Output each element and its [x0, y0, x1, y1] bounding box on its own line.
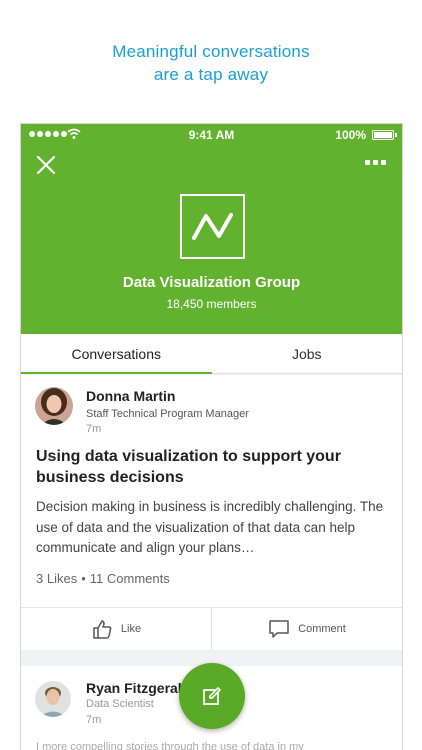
like-button[interactable]: Like — [21, 608, 211, 650]
tagline-line-2: are a tap away — [153, 65, 269, 84]
comments-count[interactable]: 11 Comments — [90, 571, 170, 586]
post-card[interactable]: Donna Martin Staff Technical Program Man… — [21, 375, 402, 650]
group-logo-icon — [180, 194, 245, 259]
like-label: Like — [120, 623, 142, 635]
comment-button[interactable]: Comment — [211, 608, 402, 650]
post-time: 7m — [86, 423, 102, 435]
compose-icon — [203, 687, 221, 705]
post-author[interactable]: Ryan Fitzgerald — [86, 680, 190, 696]
tagline-line-1: Meaningful conversations — [112, 42, 310, 61]
group-name: Data Visualization Group — [122, 274, 301, 291]
more-icon[interactable] — [365, 160, 386, 165]
comment-icon — [269, 620, 289, 638]
author-role: Staff Technical Program Manager — [86, 408, 249, 420]
avatar[interactable] — [35, 681, 71, 717]
post-time: 7m — [86, 714, 102, 726]
tab-bar: Conversations Jobs — [21, 334, 402, 374]
avatar[interactable] — [35, 387, 73, 425]
compose-button[interactable] — [179, 663, 245, 729]
battery-percent: 100% — [335, 128, 366, 142]
battery-icon — [372, 130, 397, 140]
post-stats: 3 Likes • 11 Comments — [36, 571, 170, 586]
like-icon — [93, 620, 112, 639]
post-actions: Like Comment — [21, 607, 402, 650]
status-bar: 9:41 AM 100% — [21, 124, 402, 146]
comment-label: Comment — [298, 623, 346, 635]
tab-conversations[interactable]: Conversations — [21, 334, 212, 374]
close-button[interactable] — [35, 154, 57, 176]
tab-jobs[interactable]: Jobs — [212, 334, 403, 373]
post-body: Decision making in business is incredibl… — [36, 499, 384, 555]
group-header: 9:41 AM 100% Data Visualization Group 18… — [21, 124, 402, 334]
post-snippet: I more compelling stories through the us… — [36, 741, 304, 750]
likes-count[interactable]: 3 Likes — [36, 571, 77, 586]
post-title[interactable]: Using data visualization to support your… — [36, 446, 366, 488]
tagline: Meaningful conversations are a tap away — [0, 40, 422, 86]
member-count: 18,450 members — [166, 297, 257, 311]
phone-screen: 9:41 AM 100% Data Visualization Group 18… — [20, 123, 403, 750]
author-role: Data Scientist — [86, 698, 154, 710]
post-author[interactable]: Donna Martin — [86, 388, 175, 404]
close-icon — [36, 155, 56, 175]
